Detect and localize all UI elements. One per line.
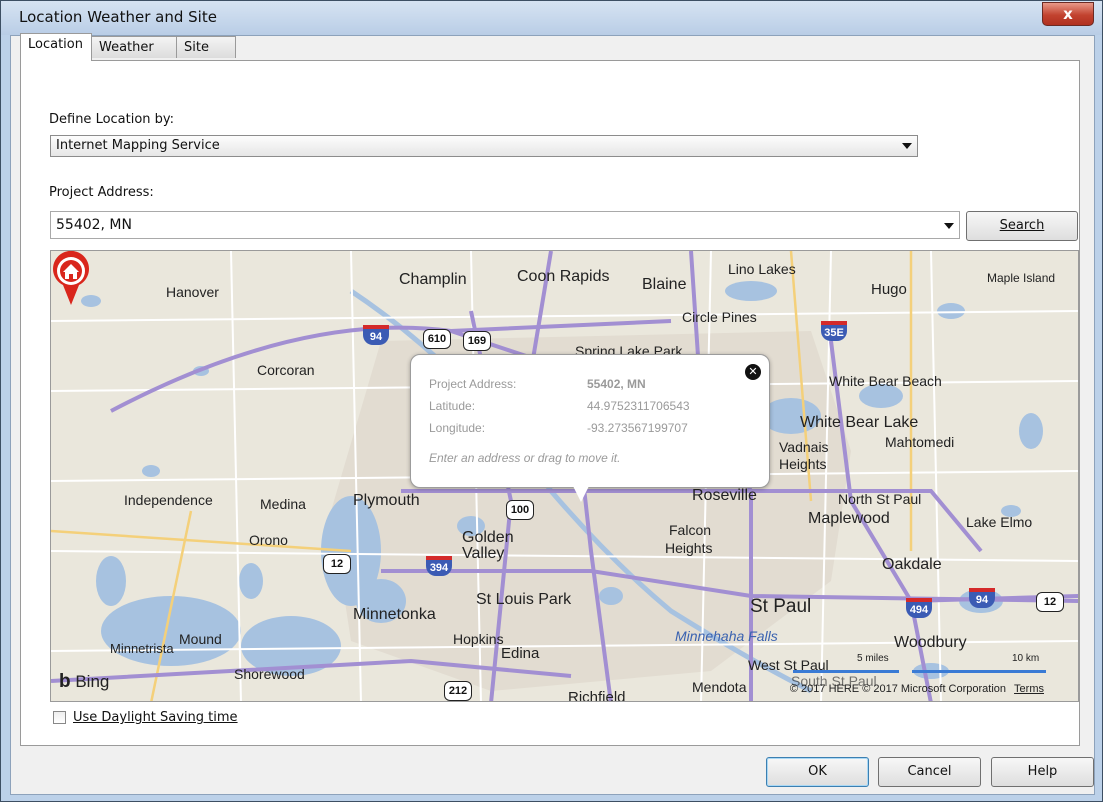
tab-weather[interactable]: Weather <box>91 36 177 58</box>
map-label: St Louis Park <box>476 591 572 608</box>
dialog-window: Location Weather and Site x Location Wea… <box>0 0 1103 802</box>
map-label: White Bear Lake <box>800 414 919 431</box>
map-label: Minnehaha Falls <box>675 628 778 644</box>
map-label: Orono <box>249 532 288 548</box>
daylight-saving-checkbox[interactable] <box>53 711 66 724</box>
popup-latitude-value: 44.9752311706543 <box>587 399 690 413</box>
tab-site-label: Site <box>184 40 209 55</box>
project-address-label: Project Address: <box>49 185 154 200</box>
copyright-text: © 2017 HERE © 2017 Microsoft Corporation <box>789 683 1007 695</box>
map-label: Hopkins <box>453 631 504 647</box>
map-label: Vadnais <box>779 439 829 455</box>
project-address-input[interactable]: 55402, MN <box>50 211 960 239</box>
tab-location-label: Location <box>28 37 83 52</box>
highway-shield: 610 <box>423 329 451 349</box>
define-location-value: Internet Mapping Service <box>56 138 220 153</box>
ok-button[interactable]: OK <box>766 757 869 787</box>
highway-shield: 169 <box>463 331 491 351</box>
terms-link[interactable]: Terms <box>1014 683 1044 695</box>
search-button-label: Search <box>999 218 1045 233</box>
bing-logo-mark: b <box>59 671 71 692</box>
map-label: Falcon <box>669 522 712 538</box>
popup-latitude-label: Latitude: <box>429 399 476 413</box>
map-label: Blaine <box>642 276 687 293</box>
map-label: West St Paul <box>748 657 829 673</box>
close-button[interactable]: x <box>1042 2 1094 26</box>
map-label: Lino Lakes <box>728 261 796 277</box>
bing-logo-text: Bing <box>75 672 110 691</box>
cancel-button[interactable]: Cancel <box>878 757 981 787</box>
map-label: Valley <box>462 545 505 562</box>
daylight-saving-label: Use Daylight Saving time <box>73 710 238 725</box>
popup-address-label: Project Address: <box>429 377 517 391</box>
highway-shield: 100 <box>506 500 534 520</box>
scale-miles: 5 miles <box>857 653 889 664</box>
map-label: Corcoran <box>257 362 315 378</box>
title-bar[interactable]: Location Weather and Site x <box>1 1 1102 35</box>
interstate-shield: 94 <box>969 588 995 608</box>
popup-longitude-value: -93.273567199707 <box>587 421 688 435</box>
map-label: North St Paul <box>838 491 922 507</box>
map-label: White Bear Beach <box>829 373 942 389</box>
chevron-down-icon <box>902 143 912 149</box>
bing-logo: b Bing <box>59 671 109 693</box>
map-label: Circle Pines <box>682 309 757 325</box>
highway-shield: 212 <box>444 681 472 701</box>
map-label: Coon Rapids <box>517 268 610 285</box>
map-label: Independence <box>124 492 213 508</box>
map-label: Hugo <box>871 281 907 298</box>
highway-shield: 12 <box>323 554 351 574</box>
map-copyright: © 2017 HERE © 2017 Microsoft Corporation… <box>790 683 1044 695</box>
project-address-value: 55402, MN <box>56 217 132 233</box>
map-label: Edina <box>501 645 540 662</box>
map-label: Woodbury <box>894 634 967 651</box>
define-location-label: Define Location by: <box>49 112 175 127</box>
popup-hint: Enter an address or drag to move it. <box>429 451 621 465</box>
interstate-shield: 394 <box>426 556 452 576</box>
map-label: Medina <box>260 496 306 512</box>
map-label: Heights <box>779 456 827 472</box>
search-button[interactable]: Search <box>966 211 1078 241</box>
map-label: Heights <box>665 540 713 556</box>
map-label: Maplewood <box>808 510 890 527</box>
map-label: Richfield <box>568 689 626 702</box>
window-title: Location Weather and Site <box>19 8 217 26</box>
tab-site[interactable]: Site <box>176 36 236 58</box>
chevron-down-icon[interactable] <box>944 223 954 229</box>
interstate-shield: 35E <box>821 321 847 341</box>
interstate-shield: 94 <box>363 325 389 345</box>
map-label: Mahtomedi <box>885 434 955 450</box>
highway-shield: 12 <box>1036 592 1064 612</box>
map-label: Mound <box>179 631 222 647</box>
map-label: Plymouth <box>353 492 420 509</box>
map-label: Lake Elmo <box>966 514 1033 530</box>
popup-tail <box>573 486 589 502</box>
map-label: Maple Island <box>987 271 1056 285</box>
tab-weather-label: Weather <box>99 40 154 55</box>
daylight-saving-label-text: Use Daylight Saving time <box>73 710 238 725</box>
map-label: Shorewood <box>234 666 305 682</box>
popup-address-value: 55402, MN <box>587 377 646 391</box>
popup-longitude-label: Longitude: <box>429 421 486 435</box>
map-label: Mendota <box>692 679 747 695</box>
map-label: Oakdale <box>882 556 942 573</box>
map-label: St Paul <box>750 596 812 617</box>
close-icon[interactable]: ✕ <box>745 364 761 380</box>
interstate-shield: 494 <box>906 598 932 618</box>
define-location-select[interactable]: Internet Mapping Service <box>50 135 918 157</box>
map-label: Minnetrista <box>110 641 174 656</box>
map-label: Champlin <box>399 271 467 288</box>
tab-location[interactable]: Location <box>20 33 92 61</box>
map-label: Minnetonka <box>353 606 436 623</box>
location-popup: ✕ Project Address: 55402, MN Latitude: 4… <box>410 354 770 502</box>
map-view[interactable]: Champlin Coon Rapids Blaine Lino Lakes M… <box>50 250 1079 702</box>
map-label: Roseville <box>692 487 757 504</box>
location-pin-icon[interactable] <box>51 251 91 307</box>
help-button[interactable]: Help <box>991 757 1094 787</box>
scale-km: 10 km <box>1012 653 1040 664</box>
map-label: Hanover <box>166 284 219 300</box>
